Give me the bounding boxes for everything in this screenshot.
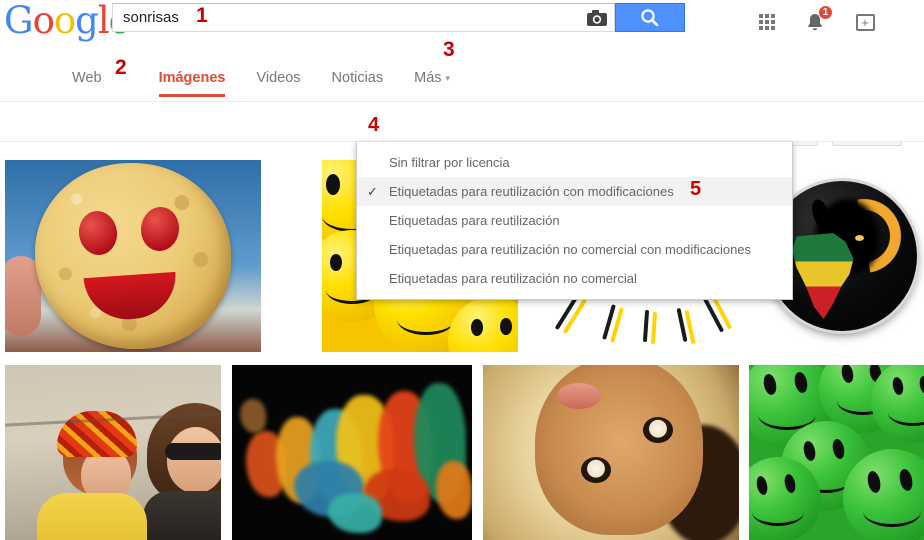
menu-item-selected[interactable]: ✓ Etiquetadas para reutilización con mod… [357, 177, 792, 206]
apps-grid-icon[interactable] [745, 0, 789, 44]
menu-item-sin-filtrar[interactable]: Sin filtrar por licencia [357, 148, 792, 177]
menu-item-no-comercial[interactable]: Etiquetadas para reutilización no comerc… [357, 264, 792, 293]
tab-web[interactable]: Web [72, 54, 102, 86]
page-header: Google [0, 0, 924, 44]
google-images-page: Google [0, 0, 924, 540]
annotation-3: 3 [443, 38, 455, 61]
menu-item-label: Sin filtrar por licencia [389, 155, 510, 170]
usage-rights-dropdown: Sin filtrar por licencia ✓ Etiquetadas p… [356, 142, 793, 300]
annotation-2: 2 [115, 56, 127, 79]
annotation-5: 5 [690, 178, 702, 200]
menu-item-label: Etiquetadas para reutilización con modif… [389, 184, 674, 199]
tab-noticias[interactable]: Noticias [332, 54, 384, 86]
menu-item-reutilizacion[interactable]: Etiquetadas para reutilización [357, 206, 792, 235]
result-carnival-performers[interactable] [232, 365, 472, 540]
tab-web-label: Web [72, 70, 102, 86]
share-plus-icon[interactable]: + [843, 0, 887, 44]
green-smiley-balls-art [749, 365, 924, 540]
notification-badge: 1 [818, 5, 833, 20]
tab-imagenes-label: Imágenes [158, 70, 226, 86]
tab-videos[interactable]: Videos [256, 54, 300, 86]
tab-noticias-label: Noticias [331, 70, 384, 86]
result-two-women-photo[interactable] [5, 365, 221, 540]
two-women-art [5, 365, 221, 540]
annotation-1: 1 [196, 4, 208, 27]
header-icon-group: 1 + [690, 0, 887, 44]
carnival-art [232, 365, 472, 540]
menu-item-label: Etiquetadas para reutilización [389, 213, 560, 228]
result-baby-face[interactable] [483, 365, 739, 540]
baby-face-art [483, 365, 739, 540]
tab-mas-label: Más [414, 70, 442, 86]
nav-bar: Web Imágenes Videos Noticias Más▾ Herram… [0, 54, 924, 146]
menu-item-label: Etiquetadas para reutilización no comerc… [389, 271, 637, 286]
tab-videos-label: Videos [256, 70, 301, 86]
search-input[interactable] [121, 4, 501, 31]
nav-tab-list: Web Imágenes Videos Noticias Más ▾ [72, 54, 481, 102]
nav-divider [0, 101, 924, 102]
annotation-4: 4 [368, 114, 380, 136]
filter-bar: Tamaño▾ Color▾ Tipo▾ Fecha▾ Derechos de … [0, 112, 924, 246]
chevron-down-icon: ▾ [445, 72, 451, 83]
result-green-smiley-balls[interactable] [749, 365, 924, 540]
tab-imagenes[interactable]: Imágenes [158, 54, 226, 97]
bell-icon[interactable]: 1 [793, 0, 837, 44]
smiley-cookie-art [5, 160, 261, 352]
google-logo[interactable]: Google [4, 1, 131, 41]
menu-item-label: Etiquetadas para reutilización no comerc… [389, 242, 752, 257]
search-button[interactable] [615, 3, 685, 32]
result-smiley-cookie[interactable] [5, 160, 261, 352]
menu-item-no-comercial-con-mod[interactable]: Etiquetadas para reutilización no comerc… [357, 235, 792, 264]
camera-icon[interactable] [580, 4, 614, 31]
check-icon: ✓ [367, 183, 378, 199]
search-box[interactable] [112, 3, 615, 32]
